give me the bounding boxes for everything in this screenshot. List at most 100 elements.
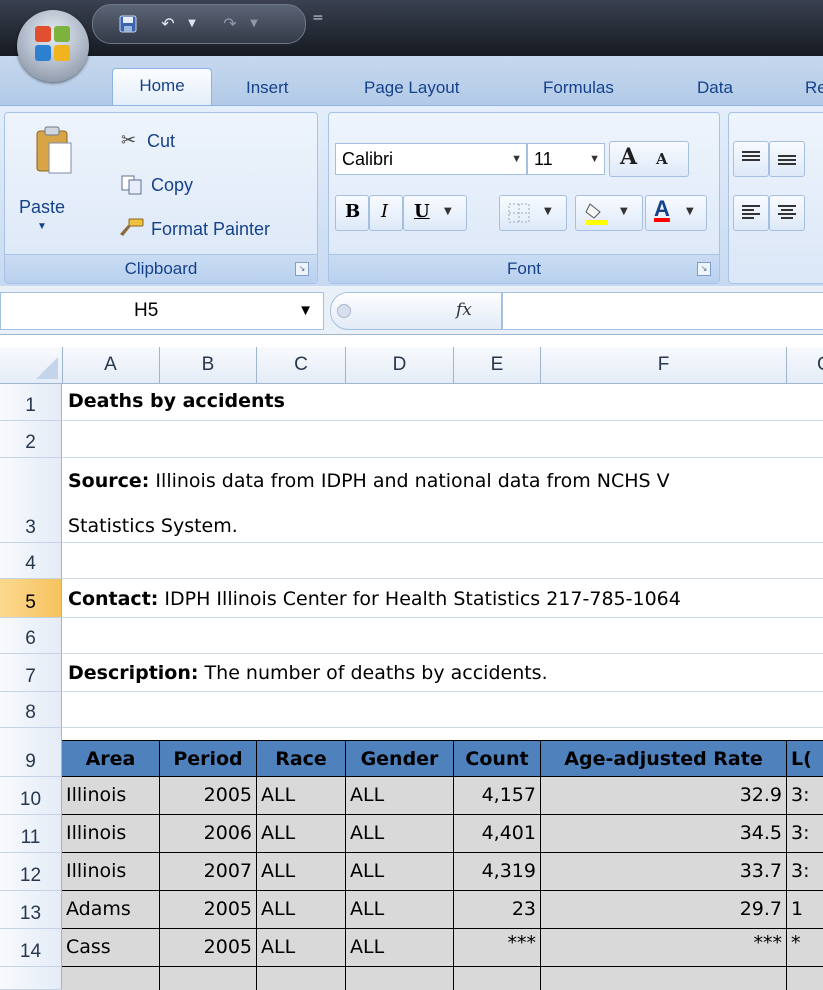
table-cell[interactable]: 2005	[160, 929, 257, 967]
save-icon[interactable]	[119, 15, 137, 33]
table-header-period[interactable]: Period	[160, 740, 257, 777]
row-header-10[interactable]: 10	[0, 777, 62, 815]
table-cell[interactable]: Cass	[62, 929, 160, 967]
align-top-button[interactable]	[733, 141, 769, 177]
tab-review[interactable]: Re	[805, 74, 823, 102]
row-header-11[interactable]: 11	[0, 815, 62, 853]
fill-color-button[interactable]: ▼	[575, 195, 643, 231]
format-painter-button[interactable]: Format Painter	[151, 219, 270, 240]
tab-page-layout[interactable]: Page Layout	[364, 74, 459, 102]
row-header-3[interactable]: 3	[0, 458, 62, 543]
description-cell[interactable]: Description: The number of deaths by acc…	[68, 662, 548, 684]
copy-button[interactable]: Copy	[151, 175, 193, 196]
fill-color-dropdown-icon[interactable]: ▼	[620, 206, 628, 217]
redo-dropdown-icon[interactable]: ▼	[245, 15, 263, 33]
font-color-button[interactable]: A ▼	[645, 195, 707, 231]
column-header-b[interactable]: B	[160, 347, 257, 383]
table-cell[interactable]: ALL	[257, 891, 346, 929]
table-cell[interactable]: 2007	[160, 853, 257, 891]
table-cell[interactable]: ***	[541, 929, 787, 967]
align-left-button[interactable]	[733, 195, 769, 231]
table-cell[interactable]: 3:	[787, 853, 823, 891]
table-cell[interactable]: 29.7	[541, 891, 787, 929]
italic-button[interactable]: I	[369, 195, 403, 231]
table-cell[interactable]	[160, 967, 257, 990]
table-cell[interactable]: ALL	[346, 777, 454, 815]
cut-button[interactable]: Cut	[147, 131, 175, 152]
font-size-dropdown-icon[interactable]: ▼	[589, 144, 600, 174]
table-cell[interactable]: Illinois	[62, 815, 160, 853]
table-cell[interactable]: ALL	[346, 853, 454, 891]
table-cell[interactable]: ALL	[257, 815, 346, 853]
table-cell[interactable]: ALL	[346, 815, 454, 853]
row-header-12[interactable]: 12	[0, 853, 62, 891]
row-header-13[interactable]: 13	[0, 891, 62, 929]
table-cell[interactable]: 3:	[787, 815, 823, 853]
underline-dropdown-icon[interactable]: ▼	[444, 206, 452, 217]
tab-formulas[interactable]: Formulas	[543, 74, 614, 102]
row-header-7[interactable]: 7	[0, 654, 62, 692]
table-header-area[interactable]: Area	[62, 740, 160, 777]
sheet-title[interactable]: Deaths by accidents	[68, 390, 285, 412]
column-header-c[interactable]: C	[257, 347, 346, 383]
table-cell[interactable]: 34.5	[541, 815, 787, 853]
formula-input[interactable]	[502, 292, 823, 330]
office-button[interactable]	[17, 10, 89, 82]
contact-cell[interactable]: Contact: IDPH Illinois Center for Health…	[68, 588, 681, 610]
table-header-count[interactable]: Count	[454, 740, 541, 777]
paste-button[interactable]: Paste	[19, 197, 65, 218]
select-all-button[interactable]	[0, 347, 63, 383]
table-cell[interactable]: ***	[454, 929, 541, 967]
table-cell[interactable]: Illinois	[62, 853, 160, 891]
table-cell[interactable]: ALL	[257, 853, 346, 891]
align-center-button[interactable]	[769, 195, 805, 231]
column-header-e[interactable]: E	[454, 347, 541, 383]
underline-button[interactable]: U ▼	[403, 195, 467, 231]
column-header-f[interactable]: F	[541, 347, 787, 383]
font-name-combo[interactable]: Calibri ▼	[335, 143, 527, 175]
table-cell[interactable]	[541, 967, 787, 990]
table-cell[interactable]: Illinois	[62, 777, 160, 815]
name-box-dropdown-icon[interactable]: ▼	[298, 293, 313, 329]
table-header-gender[interactable]: Gender	[346, 740, 454, 777]
table-cell[interactable]: ALL	[257, 777, 346, 815]
table-cell[interactable]	[787, 967, 823, 990]
table-cell[interactable]: 33.7	[541, 853, 787, 891]
row-header-6[interactable]: 6	[0, 618, 62, 654]
table-cell[interactable]: ALL	[257, 929, 346, 967]
borders-button[interactable]: ▼	[499, 195, 567, 231]
column-header-g[interactable]: G	[787, 347, 823, 383]
row-header-8[interactable]: 8	[0, 692, 62, 728]
row-header-15[interactable]	[0, 967, 62, 990]
tab-data[interactable]: Data	[697, 74, 733, 102]
table-header-age-adjusted-rate[interactable]: Age-adjusted Rate	[541, 740, 787, 777]
font-launcher-icon[interactable]: ↘	[697, 262, 711, 276]
table-header-lci[interactable]: L(	[787, 740, 823, 777]
column-header-d[interactable]: D	[346, 347, 454, 383]
borders-dropdown-icon[interactable]: ▼	[544, 206, 552, 217]
table-cell[interactable]	[257, 967, 346, 990]
undo-dropdown-icon[interactable]: ▼	[183, 15, 201, 33]
table-cell[interactable]: 2006	[160, 815, 257, 853]
row-header-9[interactable]: 9	[0, 728, 62, 777]
row-header-2[interactable]: 2	[0, 421, 62, 458]
table-cell[interactable]: 4,401	[454, 815, 541, 853]
clipboard-launcher-icon[interactable]: ↘	[295, 262, 309, 276]
tab-insert[interactable]: Insert	[246, 74, 289, 102]
font-size-combo[interactable]: 11 ▼	[527, 143, 605, 175]
row-header-4[interactable]: 4	[0, 543, 62, 579]
paste-dropdown-icon[interactable]: ▼	[37, 221, 47, 232]
row-header-14[interactable]: 14	[0, 929, 62, 967]
tab-home[interactable]: Home	[112, 68, 212, 106]
customize-qat-button[interactable]: =	[312, 10, 324, 26]
table-cell[interactable]: 2005	[160, 891, 257, 929]
column-header-a[interactable]: A	[62, 347, 160, 383]
table-cell[interactable]	[454, 967, 541, 990]
insert-function-icon[interactable]: fx	[456, 300, 472, 320]
name-box[interactable]: H5 ▼	[0, 292, 324, 330]
table-cell[interactable]: ALL	[346, 891, 454, 929]
table-cell[interactable]: 4,157	[454, 777, 541, 815]
table-cell[interactable]: 23	[454, 891, 541, 929]
undo-icon[interactable]: ↶	[159, 15, 177, 33]
table-header-race[interactable]: Race	[257, 740, 346, 777]
